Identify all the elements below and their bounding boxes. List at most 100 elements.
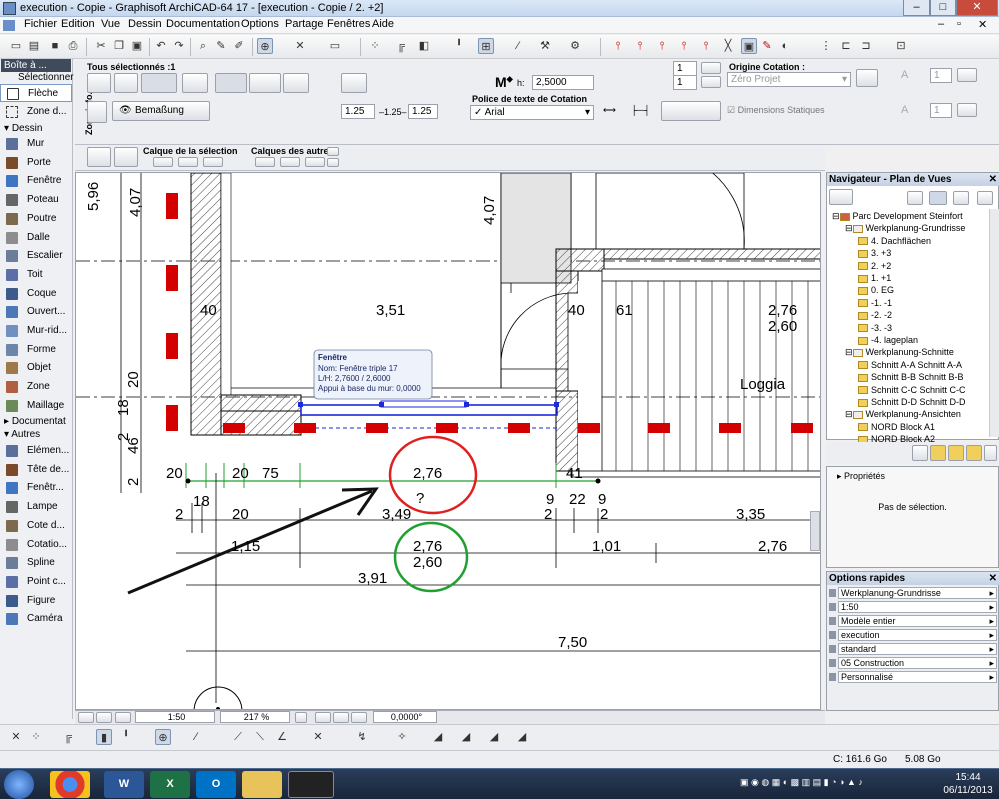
start-button[interactable]: [4, 770, 34, 799]
quick-option-row[interactable]: 05 Construction ▸: [838, 657, 997, 669]
tree-item[interactable]: 2. +2: [858, 260, 891, 272]
marquee-icon[interactable]: ▭: [327, 38, 343, 54]
tool-spline[interactable]: Spline: [0, 554, 72, 572]
pin-button[interactable]: [87, 101, 107, 123]
paste-icon[interactable]: ▣: [129, 38, 145, 54]
zoom-extra-icon[interactable]: ⊡: [893, 38, 909, 54]
dim-tool-6-icon[interactable]: ╳: [720, 38, 736, 54]
tree-item[interactable]: 1. +1: [858, 272, 891, 284]
distribute-icon[interactable]: ⊐: [858, 38, 874, 54]
eye-toggle-button[interactable]: [87, 147, 111, 167]
dim-angle-button[interactable]: [341, 73, 367, 93]
tool-ouvert-[interactable]: Ouvert...: [0, 303, 72, 321]
menu-aide[interactable]: Aide: [372, 18, 394, 30]
pen-icon[interactable]: ∕: [510, 38, 526, 54]
app-menu-icon[interactable]: [3, 20, 15, 31]
brush-3-icon[interactable]: ◢: [486, 729, 502, 745]
tool-poutre[interactable]: Poutre: [0, 210, 72, 228]
tool-toit[interactable]: Toit: [0, 266, 72, 284]
outlook-icon[interactable]: O: [196, 771, 236, 798]
brush-2-icon[interactable]: ◢: [458, 729, 474, 745]
guide-icon[interactable]: ✕: [310, 729, 326, 745]
snap-icon[interactable]: ▮: [96, 729, 112, 745]
tree-item[interactable]: -4. lageplan: [858, 334, 918, 346]
height-field[interactable]: 2,5000: [532, 75, 594, 90]
arrow-style-1[interactable]: ⟷: [603, 105, 616, 116]
section-autres[interactable]: ▾ Autres: [4, 429, 40, 440]
scale-dropdown[interactable]: 1:50: [135, 711, 215, 723]
gravity-icon[interactable]: ✕: [292, 38, 308, 54]
pen-color-1[interactable]: [701, 62, 721, 74]
mdi-restore-icon[interactable]: ▫: [957, 18, 961, 30]
nav-tool-2[interactable]: [930, 445, 946, 461]
tool-elémen-[interactable]: Elémen...: [0, 442, 72, 460]
tree-item[interactable]: Schnitt A-A Schnitt A-A: [858, 359, 962, 371]
teamwork-icon[interactable]: ✎: [759, 38, 775, 54]
excel-icon[interactable]: X: [150, 771, 190, 798]
view-map-icon[interactable]: [929, 191, 947, 205]
lock-toggle-button[interactable]: [114, 147, 138, 167]
others-wire-button[interactable]: [305, 157, 325, 167]
right-field[interactable]: 1: [930, 68, 952, 83]
tool-forme[interactable]: Forme: [0, 341, 72, 359]
zoom-out-button[interactable]: [333, 712, 349, 723]
tool-point-c-[interactable]: Point c...: [0, 573, 72, 591]
menu-documentation[interactable]: Documentation: [166, 18, 240, 30]
others-eye-button[interactable]: [255, 157, 275, 167]
trace-icon[interactable]: ⊕: [155, 729, 171, 745]
view-3-button[interactable]: [115, 712, 131, 723]
dim-type-3-button[interactable]: [283, 73, 309, 93]
tree-group[interactable]: ⊟ Werkplanung-Grundrisse: [845, 222, 965, 234]
quick-option-row[interactable]: Werkplanung-Grundrisse ▸: [838, 587, 997, 599]
syringe-icon[interactable]: ✐: [231, 38, 247, 54]
right-color-button[interactable]: [957, 68, 977, 82]
angle-field[interactable]: 0,0000°: [373, 711, 437, 723]
quick-option-row[interactable]: Modèle entier ▸: [838, 615, 997, 627]
eyedropper-icon[interactable]: ✎: [213, 38, 229, 54]
tree-item[interactable]: 3. +3: [858, 247, 891, 259]
font-dropdown[interactable]: ✓ Arial ▾: [470, 105, 594, 120]
arrange-icon[interactable]: ⋮: [818, 38, 834, 54]
tool-coque[interactable]: Coque: [0, 285, 72, 303]
chrome-icon[interactable]: [50, 771, 90, 798]
wall-icon[interactable]: ╔: [60, 729, 76, 745]
tool-caméra[interactable]: Caméra: [0, 610, 72, 628]
menu-partage[interactable]: Partage: [285, 18, 324, 30]
new-file-icon[interactable]: ▭: [8, 38, 24, 54]
grid-icon[interactable]: ⁘: [28, 729, 44, 745]
explorer-icon[interactable]: [242, 771, 282, 798]
layout-book-icon[interactable]: [953, 191, 969, 205]
tree-item[interactable]: 0. EG: [858, 284, 894, 296]
pen-select-button[interactable]: [141, 73, 177, 93]
nav-tool-4[interactable]: [966, 445, 982, 461]
layer-wire-button[interactable]: [203, 157, 223, 167]
clock-date[interactable]: 06/11/2013: [940, 785, 996, 796]
nav-tool-3[interactable]: [948, 445, 964, 461]
help-icon[interactable]: ◐: [777, 38, 793, 54]
edit-2-icon[interactable]: ⟍: [252, 729, 268, 745]
tree-item[interactable]: Schnitt D-D Schnitt D-D: [858, 396, 966, 408]
dim-tool-3-icon[interactable]: ⫯: [654, 38, 670, 54]
save-icon[interactable]: ■: [47, 38, 63, 54]
tool-dalle[interactable]: Dalle: [0, 229, 72, 247]
tree-group[interactable]: ⊟ Parc Development Steinfort: [832, 210, 963, 222]
wall-frame-icon[interactable]: ╔: [393, 38, 409, 54]
pin-icon[interactable]: ╹: [451, 38, 467, 54]
zoom-in-button[interactable]: [315, 712, 331, 723]
project-map-icon[interactable]: [907, 191, 923, 205]
navigator-mode-button[interactable]: [829, 189, 853, 205]
dim-tool-1-icon[interactable]: ⫯: [610, 38, 626, 54]
view-2-button[interactable]: [96, 712, 112, 723]
nav-tool-5[interactable]: [984, 445, 997, 461]
pen-color-2[interactable]: [701, 76, 721, 88]
tool-t-te-de-[interactable]: Tête de...: [0, 461, 72, 479]
dim-tool-2-icon[interactable]: ⫯: [632, 38, 648, 54]
display-options-icon[interactable]: ⊞: [478, 38, 494, 54]
nav-tool-1[interactable]: [912, 445, 928, 461]
grid-snap-icon[interactable]: ⁘: [367, 38, 383, 54]
cut-icon[interactable]: ✂: [93, 38, 109, 54]
menu-fenetres[interactable]: Fenêtres: [327, 18, 370, 30]
origine-dropdown[interactable]: Zéro Projet ▾: [727, 72, 851, 87]
right-field-2[interactable]: 1: [930, 103, 952, 118]
tool-maillage[interactable]: Maillage: [0, 397, 72, 415]
